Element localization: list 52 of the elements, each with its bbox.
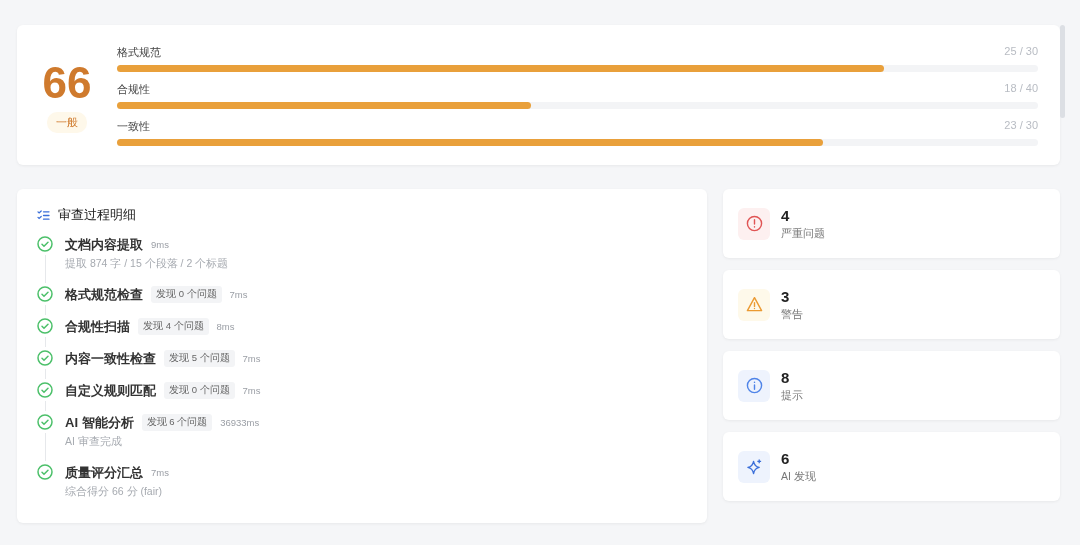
step-duration: 7ms (242, 385, 261, 396)
stat-count: 4 (781, 206, 791, 224)
step-detail: 综合得分 66 分 (fair) (65, 485, 163, 499)
alert-circle-icon (745, 215, 763, 232)
metric-reading: 23 / 30 (1004, 118, 1038, 133)
check-circle-icon (37, 414, 53, 430)
step-name: 合规性扫描 (65, 317, 130, 336)
metric-label: 一致性 (117, 118, 150, 134)
metric-reading: 18 / 40 (1004, 81, 1038, 96)
step-duration: 36933ms (220, 417, 260, 428)
check-circle-icon (37, 350, 53, 366)
step-detail: AI 审查完成 (65, 435, 123, 449)
step-detail: 提取 874 字 / 15 个段落 / 2 个标题 (65, 257, 229, 271)
issue-count-tag: 发现 4 个问题 (138, 318, 209, 335)
stat-count: 8 (781, 368, 791, 386)
check-circle-icon (37, 382, 53, 398)
checklist-icon (37, 210, 50, 221)
step-name: 文档内容提取 (65, 235, 143, 254)
stat-label: AI 发现 (781, 469, 816, 484)
check-circle-icon (37, 236, 53, 252)
warning-icon (745, 296, 763, 313)
issue-count-tag: 发现 6 个问题 (141, 414, 213, 431)
check-circle-icon (37, 318, 53, 334)
issue-count-tag: 发现 5 个问题 (164, 350, 235, 367)
step-name: 内容一致性检查 (65, 349, 156, 368)
metric-label: 合规性 (117, 81, 150, 97)
stat-label: 严重问题 (781, 226, 825, 241)
step-name: 质量评分汇总 (65, 463, 143, 482)
section-title: 审查过程明细 (58, 207, 136, 224)
sparkle-icon (745, 458, 763, 475)
step-duration: 9ms (151, 239, 169, 250)
info-icon (745, 377, 763, 394)
grade-badge: 一般 (47, 111, 87, 133)
stat-count: 3 (781, 287, 791, 305)
issue-count-tag: 发现 0 个问题 (151, 286, 222, 303)
stat-label: 提示 (781, 388, 803, 403)
stat-count: 6 (781, 449, 791, 467)
step-duration: 7ms (151, 467, 169, 478)
step-name: 自定义规则匹配 (65, 381, 156, 400)
metric-label: 格式规范 (117, 44, 161, 60)
step-name: AI 智能分析 (65, 413, 134, 432)
issue-count-tag: 发现 0 个问题 (164, 382, 235, 399)
score-value: 66 (42, 57, 92, 108)
check-circle-icon (37, 464, 53, 480)
step-name: 格式规范检查 (65, 285, 143, 304)
metric-reading: 25 / 30 (1004, 44, 1038, 59)
scrollbar-thumb[interactable] (1060, 25, 1065, 118)
stat-label: 警告 (781, 307, 803, 322)
step-duration: 7ms (242, 353, 261, 364)
check-circle-icon (37, 286, 53, 302)
step-duration: 7ms (229, 289, 248, 300)
step-duration: 8ms (216, 321, 235, 332)
